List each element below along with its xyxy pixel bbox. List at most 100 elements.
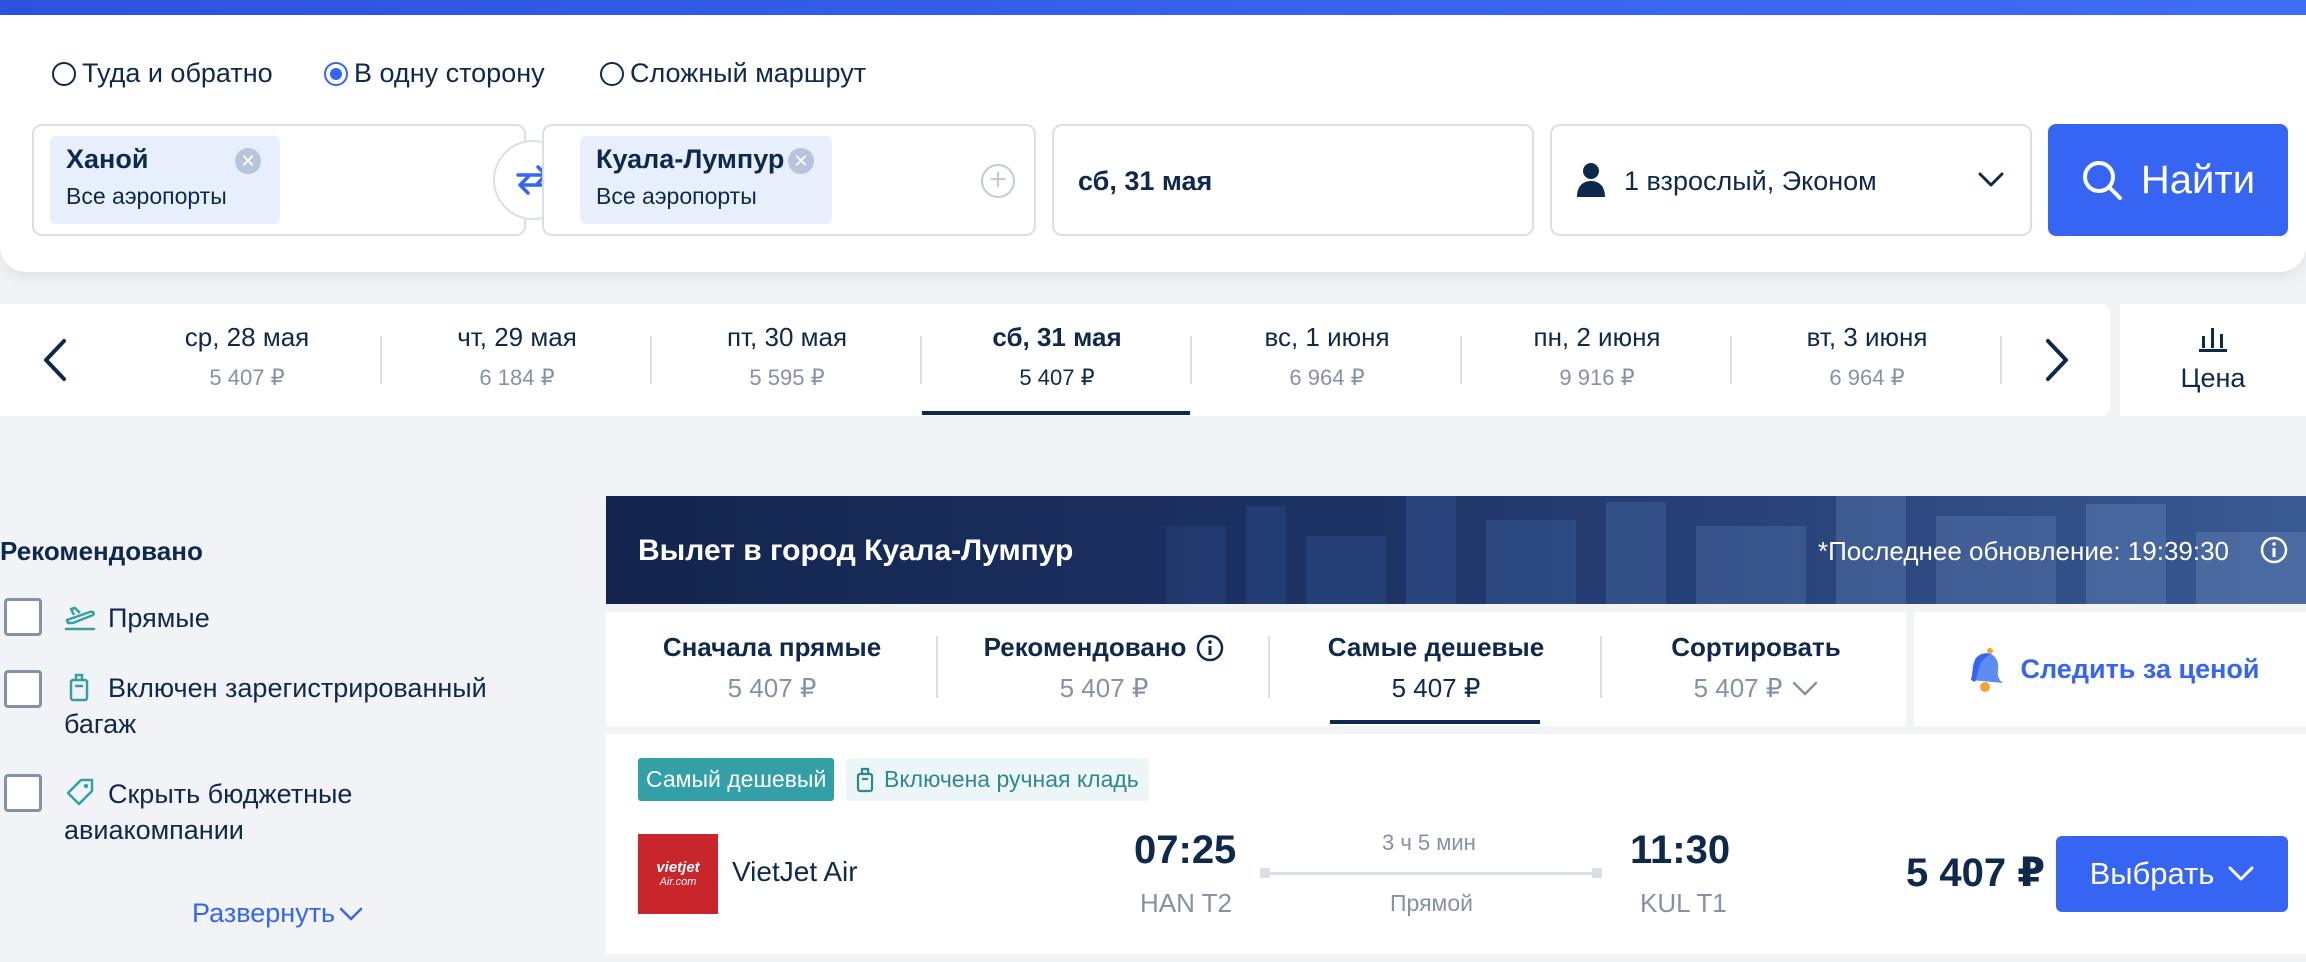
luggage-icon <box>856 767 874 792</box>
filter-hide-budget-label-cont: авиакомпании <box>64 815 244 845</box>
search-label: Найти <box>2140 157 2256 202</box>
divider <box>2000 336 2002 384</box>
airline-name: VietJet Air <box>732 856 858 887</box>
carry-on-badge: Включена ручная кладь <box>846 758 1149 801</box>
trip-type-oneway[interactable]: В одну сторону <box>324 58 545 89</box>
last-updated: *Последнее обновление: 19:39:30 <box>1818 536 2230 566</box>
sort-price: 5 407 ₽ <box>1391 673 1481 703</box>
filter-checked-baggage-label: Включен зарегистрированный <box>108 673 487 703</box>
date-option-selected[interactable]: сб, 31 мая 5 407 ₽ <box>922 304 1192 416</box>
clear-destination-icon[interactable]: ✕ <box>788 148 814 174</box>
sort-label: Сортировать <box>1671 632 1841 662</box>
sort-direct-first[interactable]: Сначала прямые 5 407 ₽ <box>606 632 938 704</box>
date-price: 6 964 ₽ <box>1289 365 1365 390</box>
date-label: пн, 2 июня <box>1533 322 1661 352</box>
selected-sort-underline <box>1330 720 1540 724</box>
select-label: Выбрать <box>2089 856 2215 891</box>
flight-duration: 3 ч 5 мин <box>1382 830 1476 855</box>
filter-checked-baggage-checkbox[interactable] <box>4 670 42 708</box>
departure-airport: HAN T2 <box>1140 888 1232 918</box>
sort-recommended[interactable]: Рекомендовано 5 407 ₽ <box>938 632 1270 704</box>
flight-price: 5 407 ₽ <box>1906 851 2046 895</box>
date-label: сб, 31 мая <box>992 322 1122 352</box>
sort-price: 5 407 ₽ <box>1059 673 1149 703</box>
radio-icon <box>52 61 76 86</box>
date-price: 5 407 ₽ <box>209 365 285 390</box>
sort-label: Самые дешевые <box>1327 632 1545 662</box>
date-price: 5 595 ₽ <box>749 365 825 390</box>
filter-hide-budget-label: Скрыть бюджетные <box>108 779 353 809</box>
carry-on-label: Включена ручная кладь <box>884 766 1139 792</box>
clear-origin-icon[interactable]: ✕ <box>235 148 261 174</box>
date-price: 9 916 ₽ <box>1559 365 1635 390</box>
add-city-icon[interactable]: + <box>981 164 1015 198</box>
luggage-icon <box>69 673 89 702</box>
search-button[interactable]: Найти <box>2048 124 2288 236</box>
date-option[interactable]: пт, 30 мая 5 595 ₽ <box>652 304 922 416</box>
date-label: пт, 30 мая <box>726 322 848 352</box>
radio-icon <box>600 61 624 86</box>
plane-takeoff-icon <box>64 606 96 631</box>
cheapest-badge: Самый дешевый <box>638 758 835 801</box>
route-dot-end <box>1592 868 1602 878</box>
sort-label: Рекомендовано <box>983 632 1187 662</box>
sort-cheapest[interactable]: Самые дешевые 5 407 ₽ <box>1270 632 1602 704</box>
expand-filters-link[interactable]: Развернуть <box>192 898 363 929</box>
destination-city: Куала-Лумпур <box>596 144 785 174</box>
trip-type-multicity[interactable]: Сложный маршрут <box>600 58 866 89</box>
next-dates-icon[interactable] <box>2042 338 2072 382</box>
passengers-field[interactable]: 1 взрослый, Эконом <box>1550 124 2032 236</box>
chevron-down-icon <box>1978 172 2004 187</box>
date-label: вт, 3 июня <box>1806 322 1928 352</box>
chevron-down-icon <box>2228 866 2254 881</box>
banner-title: Вылет в город Куала-Лумпур <box>638 534 1074 567</box>
date-field[interactable]: сб, 31 мая <box>1052 124 1534 236</box>
sort-price: 5 407 ₽ <box>1693 673 1783 703</box>
filter-hide-budget-checkbox[interactable] <box>4 774 42 812</box>
date-option[interactable]: пн, 2 июня 9 916 ₽ <box>1462 304 1732 416</box>
chevron-down-icon <box>339 907 363 920</box>
filter-direct-label: Прямые <box>108 603 210 633</box>
airline-logo: vietjet Air.com <box>638 834 718 914</box>
departure-time: 07:25 <box>1134 828 1237 872</box>
expand-label: Развернуть <box>192 898 336 928</box>
search-icon <box>2082 161 2122 200</box>
filter-checked-baggage-label-cont: багаж <box>64 709 137 739</box>
trip-type-roundtrip[interactable]: Туда и обратно <box>52 58 273 89</box>
trip-type-label: Сложный маршрут <box>630 58 867 88</box>
follow-price-button[interactable]: Следить за ценой <box>1914 612 2306 726</box>
date-value: сб, 31 мая <box>1078 166 1213 196</box>
bell-icon <box>1970 648 2003 692</box>
origin-airports: Все аэропорты <box>66 183 227 209</box>
select-flight-button[interactable]: Выбрать <box>2056 836 2288 912</box>
stops-label: Прямой <box>1390 890 1473 916</box>
arrival-time: 11:30 <box>1630 828 1731 872</box>
price-tab-label: Цена <box>2180 363 2246 393</box>
destination-airports: Все аэропорты <box>596 183 757 209</box>
info-icon[interactable] <box>1196 634 1224 662</box>
person-icon <box>1577 163 1605 197</box>
info-icon[interactable] <box>2260 536 2288 564</box>
filters-title: Рекомендовано <box>0 536 203 566</box>
prev-dates-icon[interactable] <box>40 338 70 382</box>
radio-checked-icon <box>324 61 348 86</box>
filter-direct-checkbox[interactable] <box>4 598 42 636</box>
date-option[interactable]: вс, 1 июня 6 964 ₽ <box>1192 304 1462 416</box>
date-option[interactable]: вт, 3 июня 6 964 ₽ <box>1732 304 2002 416</box>
route-dot-start <box>1260 868 1270 878</box>
date-label: чт, 29 мая <box>457 322 577 352</box>
top-accent-bar <box>0 0 2306 15</box>
date-price: 6 964 ₽ <box>1829 365 1905 390</box>
date-label: ср, 28 мая <box>184 322 310 352</box>
route-line <box>1262 872 1600 875</box>
date-price: 5 407 ₽ <box>1019 365 1095 390</box>
date-label: вс, 1 июня <box>1264 322 1390 352</box>
sort-price: 5 407 ₽ <box>727 673 817 703</box>
price-chart-tab[interactable]: Цена <box>2120 304 2306 416</box>
sort-dropdown[interactable]: Сортировать 5 407 ₽ <box>1590 632 1922 704</box>
trip-type-label: Туда и обратно <box>82 58 273 88</box>
date-option[interactable]: ср, 28 мая 5 407 ₽ <box>112 304 382 416</box>
bar-chart-icon <box>2199 328 2227 352</box>
date-option[interactable]: чт, 29 мая 6 184 ₽ <box>382 304 652 416</box>
selected-date-underline <box>922 411 1190 415</box>
